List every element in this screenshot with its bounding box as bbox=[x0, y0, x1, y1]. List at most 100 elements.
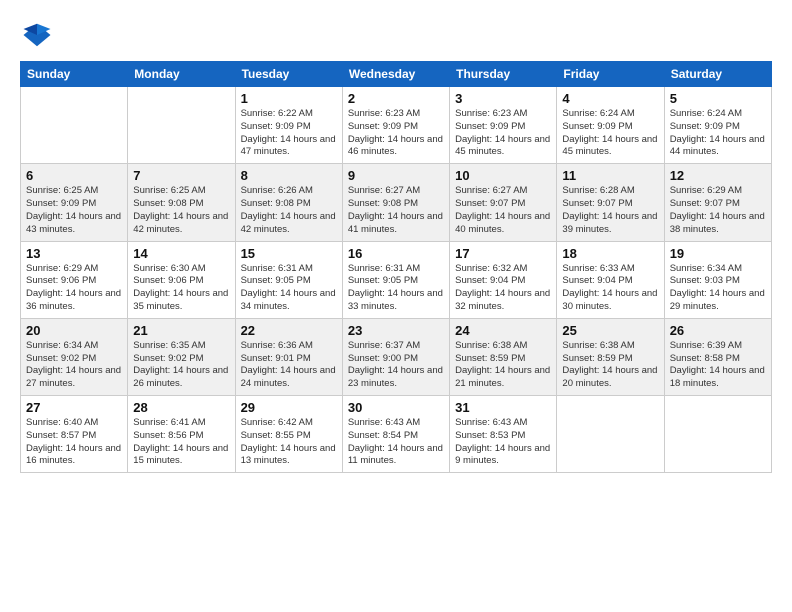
day-number: 1 bbox=[241, 91, 337, 106]
calendar-cell bbox=[128, 87, 235, 164]
day-number: 3 bbox=[455, 91, 551, 106]
day-number: 2 bbox=[348, 91, 444, 106]
day-number: 5 bbox=[670, 91, 766, 106]
day-info: Sunrise: 6:31 AM Sunset: 9:05 PM Dayligh… bbox=[241, 263, 337, 314]
day-info: Sunrise: 6:25 AM Sunset: 9:09 PM Dayligh… bbox=[26, 185, 122, 236]
calendar-week-row: 13Sunrise: 6:29 AM Sunset: 9:06 PM Dayli… bbox=[21, 241, 772, 318]
day-info: Sunrise: 6:28 AM Sunset: 9:07 PM Dayligh… bbox=[562, 185, 658, 236]
calendar-cell bbox=[557, 396, 664, 473]
weekday-header-row: SundayMondayTuesdayWednesdayThursdayFrid… bbox=[21, 62, 772, 87]
calendar-cell: 26 Sunrise: 6:39 AM Sunset: 8:58 PM Dayli… bbox=[664, 318, 771, 395]
calendar-cell: 10 Sunrise: 6:27 AM Sunset: 9:07 PM Dayli… bbox=[450, 164, 557, 241]
calendar-cell: 16Sunrise: 6:31 AM Sunset: 9:05 PM Dayli… bbox=[342, 241, 449, 318]
calendar-cell: 23Sunrise: 6:37 AM Sunset: 9:00 PM Dayli… bbox=[342, 318, 449, 395]
day-info: Sunrise: 6:26 AM Sunset: 9:08 PM Dayligh… bbox=[241, 185, 337, 236]
calendar-cell: 14 Sunrise: 6:30 AM Sunset: 9:06 PM Dayli… bbox=[128, 241, 235, 318]
calendar-cell: 3 Sunrise: 6:23 AM Sunset: 9:09 PM Daylig… bbox=[450, 87, 557, 164]
day-info: Sunrise: 6:29 AM Sunset: 9:06 PM Dayligh… bbox=[26, 263, 122, 314]
calendar-cell: 25Sunrise: 6:38 AM Sunset: 8:59 PM Dayli… bbox=[557, 318, 664, 395]
day-number: 24 bbox=[455, 323, 551, 338]
day-info: Sunrise: 6:41 AM Sunset: 8:56 PM Dayligh… bbox=[133, 417, 229, 468]
calendar-cell: 19 Sunrise: 6:34 AM Sunset: 9:03 PM Dayli… bbox=[664, 241, 771, 318]
day-number: 14 bbox=[133, 246, 229, 261]
day-info: Sunrise: 6:30 AM Sunset: 9:06 PM Dayligh… bbox=[133, 263, 229, 314]
calendar-cell: 22Sunrise: 6:36 AM Sunset: 9:01 PM Dayli… bbox=[235, 318, 342, 395]
calendar-cell: 8 Sunrise: 6:26 AM Sunset: 9:08 PM Daylig… bbox=[235, 164, 342, 241]
calendar-cell: 24 Sunrise: 6:38 AM Sunset: 8:59 PM Dayli… bbox=[450, 318, 557, 395]
weekday-header-friday: Friday bbox=[557, 62, 664, 87]
day-number: 6 bbox=[26, 168, 122, 183]
weekday-header-monday: Monday bbox=[128, 62, 235, 87]
day-info: Sunrise: 6:22 AM Sunset: 9:09 PM Dayligh… bbox=[241, 108, 337, 159]
day-info: Sunrise: 6:23 AM Sunset: 9:09 PM Dayligh… bbox=[455, 108, 551, 159]
day-info: Sunrise: 6:39 AM Sunset: 8:58 PM Dayligh… bbox=[670, 340, 766, 391]
day-number: 15 bbox=[241, 246, 337, 261]
calendar-cell bbox=[21, 87, 128, 164]
calendar-cell: 6 Sunrise: 6:25 AM Sunset: 9:09 PM Daylig… bbox=[21, 164, 128, 241]
day-number: 12 bbox=[670, 168, 766, 183]
day-info: Sunrise: 6:40 AM Sunset: 8:57 PM Dayligh… bbox=[26, 417, 122, 468]
weekday-header-tuesday: Tuesday bbox=[235, 62, 342, 87]
weekday-header-saturday: Saturday bbox=[664, 62, 771, 87]
day-info: Sunrise: 6:42 AM Sunset: 8:55 PM Dayligh… bbox=[241, 417, 337, 468]
day-number: 29 bbox=[241, 400, 337, 415]
calendar-cell: 17Sunrise: 6:32 AM Sunset: 9:04 PM Dayli… bbox=[450, 241, 557, 318]
calendar-cell: 20 Sunrise: 6:34 AM Sunset: 9:02 PM Dayli… bbox=[21, 318, 128, 395]
calendar-cell bbox=[664, 396, 771, 473]
day-info: Sunrise: 6:34 AM Sunset: 9:02 PM Dayligh… bbox=[26, 340, 122, 391]
day-info: Sunrise: 6:34 AM Sunset: 9:03 PM Dayligh… bbox=[670, 263, 766, 314]
calendar-week-row: 27 Sunrise: 6:40 AM Sunset: 8:57 PM Dayli… bbox=[21, 396, 772, 473]
weekday-header-sunday: Sunday bbox=[21, 62, 128, 87]
day-info: Sunrise: 6:27 AM Sunset: 9:08 PM Dayligh… bbox=[348, 185, 444, 236]
calendar-week-row: 20 Sunrise: 6:34 AM Sunset: 9:02 PM Dayli… bbox=[21, 318, 772, 395]
calendar-cell: 7 Sunrise: 6:25 AM Sunset: 9:08 PM Daylig… bbox=[128, 164, 235, 241]
day-number: 11 bbox=[562, 168, 658, 183]
day-number: 9 bbox=[348, 168, 444, 183]
day-number: 17 bbox=[455, 246, 551, 261]
day-number: 18 bbox=[562, 246, 658, 261]
calendar-table: SundayMondayTuesdayWednesdayThursdayFrid… bbox=[20, 61, 772, 473]
day-number: 16 bbox=[348, 246, 444, 261]
weekday-header-wednesday: Wednesday bbox=[342, 62, 449, 87]
day-info: Sunrise: 6:27 AM Sunset: 9:07 PM Dayligh… bbox=[455, 185, 551, 236]
calendar-cell: 12Sunrise: 6:29 AM Sunset: 9:07 PM Dayli… bbox=[664, 164, 771, 241]
day-info: Sunrise: 6:24 AM Sunset: 9:09 PM Dayligh… bbox=[562, 108, 658, 159]
day-info: Sunrise: 6:38 AM Sunset: 8:59 PM Dayligh… bbox=[455, 340, 551, 391]
calendar-cell: 29 Sunrise: 6:42 AM Sunset: 8:55 PM Dayli… bbox=[235, 396, 342, 473]
day-number: 4 bbox=[562, 91, 658, 106]
day-info: Sunrise: 6:24 AM Sunset: 9:09 PM Dayligh… bbox=[670, 108, 766, 159]
day-number: 10 bbox=[455, 168, 551, 183]
day-info: Sunrise: 6:33 AM Sunset: 9:04 PM Dayligh… bbox=[562, 263, 658, 314]
logo bbox=[20, 20, 52, 55]
day-number: 19 bbox=[670, 246, 766, 261]
logo-icon bbox=[22, 20, 52, 50]
day-number: 20 bbox=[26, 323, 122, 338]
day-number: 7 bbox=[133, 168, 229, 183]
day-info: Sunrise: 6:25 AM Sunset: 9:08 PM Dayligh… bbox=[133, 185, 229, 236]
day-number: 30 bbox=[348, 400, 444, 415]
day-number: 27 bbox=[26, 400, 122, 415]
calendar-cell: 1 Sunrise: 6:22 AM Sunset: 9:09 PM Daylig… bbox=[235, 87, 342, 164]
day-info: Sunrise: 6:35 AM Sunset: 9:02 PM Dayligh… bbox=[133, 340, 229, 391]
day-number: 8 bbox=[241, 168, 337, 183]
weekday-header-thursday: Thursday bbox=[450, 62, 557, 87]
day-number: 31 bbox=[455, 400, 551, 415]
day-number: 28 bbox=[133, 400, 229, 415]
calendar-cell: 15 Sunrise: 6:31 AM Sunset: 9:05 PM Dayli… bbox=[235, 241, 342, 318]
calendar-cell: 30Sunrise: 6:43 AM Sunset: 8:54 PM Dayli… bbox=[342, 396, 449, 473]
day-info: Sunrise: 6:23 AM Sunset: 9:09 PM Dayligh… bbox=[348, 108, 444, 159]
calendar-cell: 9 Sunrise: 6:27 AM Sunset: 9:08 PM Daylig… bbox=[342, 164, 449, 241]
day-number: 26 bbox=[670, 323, 766, 338]
day-info: Sunrise: 6:36 AM Sunset: 9:01 PM Dayligh… bbox=[241, 340, 337, 391]
calendar-cell: 28 Sunrise: 6:41 AM Sunset: 8:56 PM Dayli… bbox=[128, 396, 235, 473]
calendar-cell: 31Sunrise: 6:43 AM Sunset: 8:53 PM Dayli… bbox=[450, 396, 557, 473]
calendar-week-row: 1 Sunrise: 6:22 AM Sunset: 9:09 PM Daylig… bbox=[21, 87, 772, 164]
calendar-cell: 11 Sunrise: 6:28 AM Sunset: 9:07 PM Dayli… bbox=[557, 164, 664, 241]
calendar-cell: 13Sunrise: 6:29 AM Sunset: 9:06 PM Dayli… bbox=[21, 241, 128, 318]
page-header bbox=[20, 20, 772, 55]
calendar-cell: 21Sunrise: 6:35 AM Sunset: 9:02 PM Dayli… bbox=[128, 318, 235, 395]
day-info: Sunrise: 6:38 AM Sunset: 8:59 PM Dayligh… bbox=[562, 340, 658, 391]
calendar-week-row: 6 Sunrise: 6:25 AM Sunset: 9:09 PM Daylig… bbox=[21, 164, 772, 241]
day-info: Sunrise: 6:37 AM Sunset: 9:00 PM Dayligh… bbox=[348, 340, 444, 391]
calendar-cell: 4 Sunrise: 6:24 AM Sunset: 9:09 PM Daylig… bbox=[557, 87, 664, 164]
